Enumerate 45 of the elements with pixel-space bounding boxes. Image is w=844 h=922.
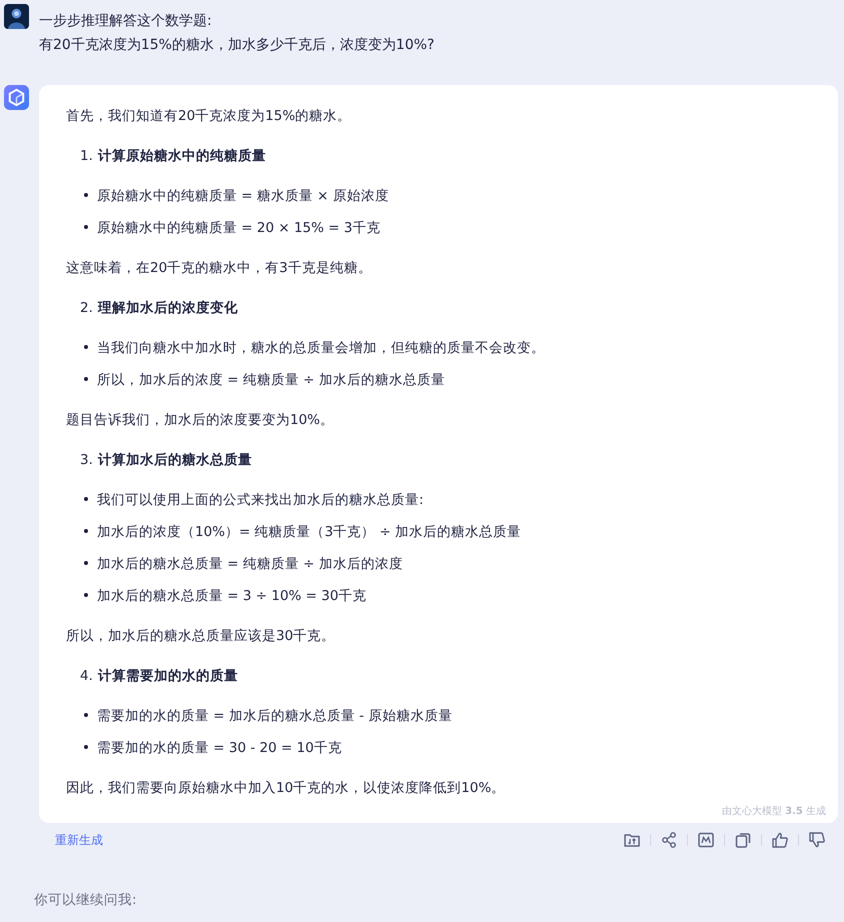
bullet-dot — [84, 377, 88, 381]
bullet-text: 原始糖水中的纯糖质量 = 糖水质量 × 原始浓度 — [97, 187, 389, 206]
question-text: 有20千克浓度为15%的糖水，加水多少千克后，浓度变为10%? — [39, 36, 434, 55]
answer-paragraph: 题目告诉我们，加水后的浓度要变为10%。 — [66, 411, 334, 430]
thumbs-down-icon[interactable] — [808, 831, 826, 849]
step-heading: 计算原始糖水中的纯糖质量 — [98, 147, 266, 166]
regenerate-link[interactable]: 重新生成 — [55, 832, 103, 848]
bullet-dot — [84, 713, 88, 717]
bullet-text: 需要加的水的质量 = 加水后的糖水总质量 - 原始糖水质量 — [97, 707, 452, 726]
copy-icon[interactable] — [734, 831, 752, 849]
model-credit: 由文心大模型 3.5 生成 — [722, 806, 826, 817]
bullet-dot — [84, 497, 88, 501]
bullet-dot — [84, 561, 88, 565]
bullet-text: 原始糖水中的纯糖质量 = 20 × 15% = 3千克 — [97, 219, 380, 238]
step-number: 4. — [80, 667, 93, 686]
step-number: 3. — [80, 451, 93, 470]
share-icon[interactable] — [660, 831, 678, 849]
user-avatar — [4, 4, 29, 29]
step-number: 1. — [80, 147, 93, 166]
question-text: 一步步推理解答这个数学题: — [39, 12, 213, 31]
bullet-text: 所以，加水后的浓度 = 纯糖质量 ÷ 加水后的糖水总质量 — [97, 371, 445, 390]
step-heading: 计算需要加的水的质量 — [98, 667, 238, 686]
thumbs-up-icon[interactable] — [771, 831, 789, 849]
bullet-text: 当我们向糖水中加水时，糖水的总质量会增加，但纯糖的质量不会改变。 — [97, 339, 545, 358]
assistant-avatar — [4, 85, 29, 110]
step-number: 2. — [80, 299, 93, 318]
bullet-dot — [84, 193, 88, 197]
follow-up-label: 你可以继续问我: — [34, 891, 138, 909]
bullet-dot — [84, 745, 88, 749]
bullet-dot — [84, 345, 88, 349]
bullet-text: 需要加的水的质量 = 30 - 20 = 10千克 — [97, 739, 342, 758]
image-frame-icon[interactable] — [697, 831, 715, 849]
step-heading: 计算加水后的糖水总质量 — [98, 451, 252, 470]
answer-paragraph: 这意味着，在20千克的糖水中，有3千克是纯糖。 — [66, 259, 372, 278]
answer-paragraph: 因此，我们需要向原始糖水中加入10千克的水，以使浓度降低到10%。 — [66, 779, 506, 798]
bullet-dot — [84, 529, 88, 533]
bullet-text: 加水后的浓度（10%）= 纯糖质量（3千克） ÷ 加水后的糖水总质量 — [97, 523, 522, 542]
bullet-text: 我们可以使用上面的公式来找出加水后的糖水总质量: — [97, 491, 424, 510]
bullet-text: 加水后的糖水总质量 = 3 ÷ 10% = 30千克 — [97, 587, 366, 606]
answer-paragraph: 首先，我们知道有20千克浓度为15%的糖水。 — [66, 107, 352, 126]
answer-paragraph: 所以，加水后的糖水总质量应该是30千克。 — [66, 627, 336, 646]
bullet-text: 加水后的糖水总质量 = 纯糖质量 ÷ 加水后的浓度 — [97, 555, 403, 574]
bullet-dot — [84, 225, 88, 229]
bullet-dot — [84, 593, 88, 597]
step-heading: 理解加水后的浓度变化 — [98, 299, 238, 318]
